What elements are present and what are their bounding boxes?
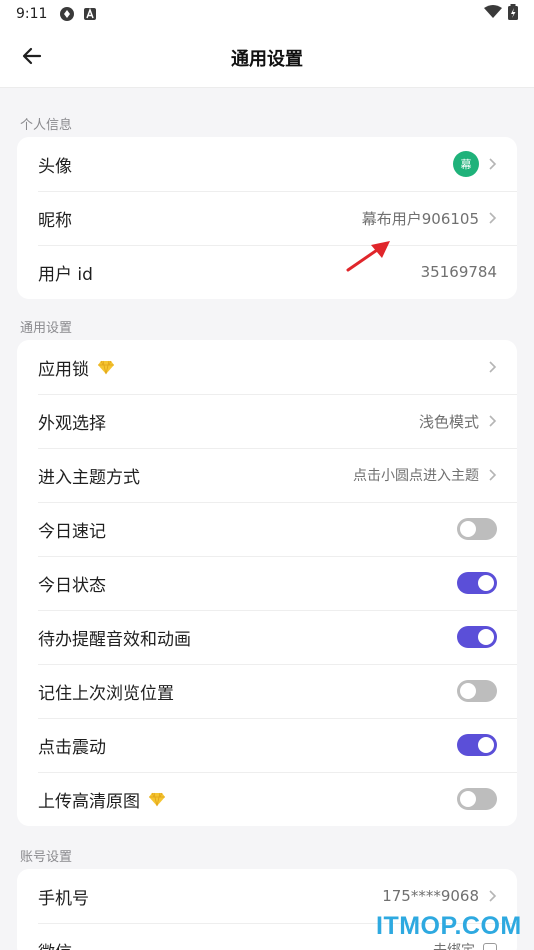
user-id-value: 35169784	[420, 263, 497, 281]
row-app-lock[interactable]: 应用锁	[17, 340, 517, 394]
today-status-toggle[interactable]	[457, 572, 497, 594]
section-label-account: 账号设置	[20, 850, 73, 865]
row-appearance[interactable]: 外观选择 浅色模式	[17, 394, 517, 448]
sync-icon	[59, 6, 75, 22]
status-bar: 9:11	[0, 0, 534, 28]
hd-upload-toggle[interactable]	[457, 788, 497, 810]
annotation-arrow-icon	[340, 236, 396, 280]
row-label: 手机号	[38, 888, 89, 909]
row-todo-sound: 待办提醒音效和动画	[17, 610, 517, 664]
row-label: 待办提醒音效和动画	[38, 629, 191, 650]
chevron-right-icon	[487, 360, 497, 374]
card-personal: 头像 幕 昵称 幕布用户906105 用户 id 35169784	[17, 137, 517, 299]
row-today-status: 今日状态	[17, 556, 517, 610]
row-label: 点击震动	[38, 737, 106, 758]
remember-position-toggle[interactable]	[457, 680, 497, 702]
diamond-premium-icon	[97, 360, 115, 375]
row-label: 微信	[38, 938, 72, 950]
row-label: 今日状态	[38, 575, 106, 596]
diamond-premium-icon	[148, 792, 166, 807]
row-label: 上传高清原图	[38, 791, 140, 812]
phone-value: 175****9068	[382, 887, 479, 905]
avatar: 幕	[453, 151, 479, 177]
row-label: 进入主题方式	[38, 467, 140, 488]
row-theme-entry[interactable]: 进入主题方式 点击小圆点进入主题	[17, 448, 517, 502]
row-hd-upload: 上传高清原图	[17, 772, 517, 826]
arrow-left-icon	[22, 46, 42, 70]
app-bar: 通用设置	[0, 28, 534, 88]
notification-a-icon	[83, 7, 97, 21]
chevron-right-icon	[487, 414, 497, 428]
chevron-right-icon	[487, 157, 497, 171]
quick-note-toggle[interactable]	[457, 518, 497, 540]
row-label: 记住上次浏览位置	[38, 683, 174, 704]
nickname-value: 幕布用户906105	[361, 209, 479, 228]
status-time: 9:11	[16, 6, 48, 22]
page-title: 通用设置	[231, 48, 303, 70]
row-quick-note: 今日速记	[17, 502, 517, 556]
wechat-value: 未绑定	[433, 940, 475, 950]
back-button[interactable]	[16, 42, 48, 74]
row-label: 昵称	[38, 210, 72, 231]
chevron-right-icon	[487, 889, 497, 903]
row-avatar[interactable]: 头像 幕	[17, 137, 517, 191]
section-label-personal: 个人信息	[20, 118, 73, 133]
chevron-right-icon	[487, 468, 497, 482]
battery-icon	[508, 4, 518, 24]
row-label: 头像	[38, 156, 72, 177]
card-general: 应用锁 外观选择 浅色模式 进入主题方式 点击小圆点进入主题 今日速记 今日状态…	[17, 340, 517, 826]
row-label: 外观选择	[38, 413, 106, 434]
row-click-vibration: 点击震动	[17, 718, 517, 772]
row-label: 用户 id	[38, 264, 93, 285]
row-nickname[interactable]: 昵称 幕布用户906105	[17, 191, 517, 245]
click-vibration-toggle[interactable]	[457, 734, 497, 756]
watermark-logo: ITMOP.COM	[376, 912, 522, 940]
wifi-icon	[484, 5, 502, 23]
section-label-general: 通用设置	[20, 321, 73, 336]
row-remember-position: 记住上次浏览位置	[17, 664, 517, 718]
row-label: 应用锁	[38, 359, 89, 380]
row-user-id: 用户 id 35169784	[17, 245, 517, 299]
chevron-right-icon	[487, 211, 497, 225]
wechat-bind-checkbox[interactable]	[483, 943, 497, 950]
todo-sound-toggle[interactable]	[457, 626, 497, 648]
appearance-value: 浅色模式	[418, 412, 479, 431]
theme-entry-value: 点击小圆点进入主题	[353, 468, 479, 484]
row-label: 今日速记	[38, 521, 106, 542]
